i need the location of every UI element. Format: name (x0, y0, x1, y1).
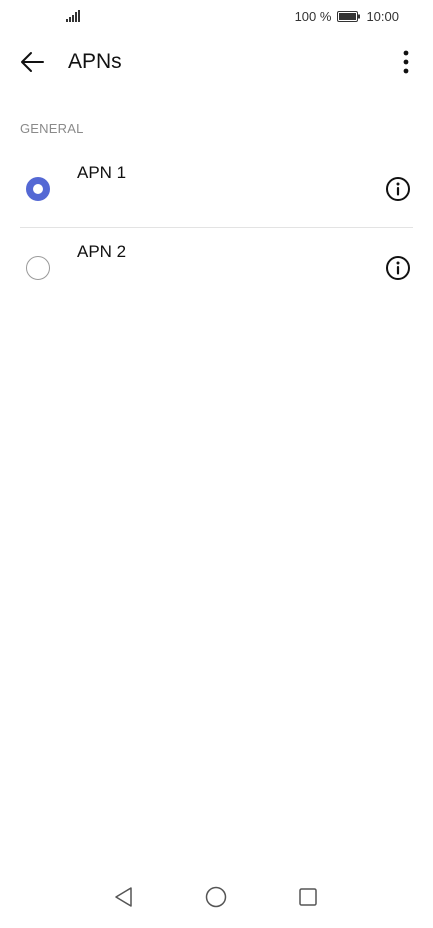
more-vertical-icon (403, 50, 409, 74)
arrow-left-icon (21, 52, 44, 72)
apn-list-item-2[interactable]: APN 2 (0, 229, 433, 307)
divider (20, 227, 413, 228)
battery-percent: 100 % (294, 9, 332, 24)
apn-name: APN 2 (77, 242, 127, 261)
info-icon (386, 256, 410, 280)
back-button[interactable] (14, 46, 50, 78)
triangle-back-icon (115, 887, 132, 907)
apn-info-button[interactable] (385, 255, 411, 281)
info-icon (386, 177, 410, 201)
nav-recent-button[interactable] (293, 882, 323, 912)
apn-radio-unselected[interactable] (26, 256, 50, 280)
more-options-button[interactable] (393, 46, 419, 78)
app-bar: APNs (0, 38, 433, 86)
apn-list-item-1[interactable]: APN 1 (0, 150, 433, 228)
nav-home-button[interactable] (201, 882, 231, 912)
page-title: APNs (68, 50, 122, 73)
battery-icon (337, 11, 361, 22)
square-recent-icon (299, 888, 317, 906)
status-bar: 100 % 10:00 (0, 0, 433, 34)
apn-name: APN 1 (77, 163, 127, 182)
circle-home-icon (205, 886, 227, 908)
system-navigation-bar (0, 868, 433, 928)
apn-radio-selected[interactable] (26, 177, 50, 201)
apn-info-button[interactable] (385, 176, 411, 202)
section-header-general: GENERAL (20, 121, 84, 136)
status-right: 100 % 10:00 (295, 9, 399, 24)
nav-back-button[interactable] (108, 882, 138, 912)
signal-icon (66, 10, 80, 22)
clock: 10:00 (366, 9, 399, 24)
